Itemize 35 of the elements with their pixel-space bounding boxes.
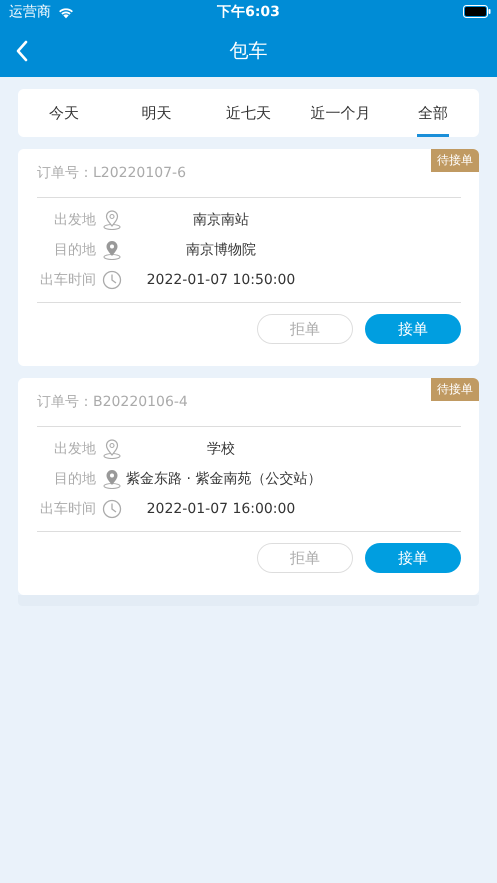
order-number: L20220107-6: [93, 165, 186, 181]
pin-outline-icon: [102, 210, 122, 230]
page-title: 包车: [230, 38, 268, 64]
field-label: 目的地: [53, 241, 96, 259]
order-label: 订单号：: [37, 164, 93, 182]
tab[interactable]: 近七天: [202, 89, 295, 137]
field-value: 2022-01-07 16:00:00: [146, 501, 296, 517]
pin-outline-icon: [102, 439, 122, 459]
tab[interactable]: 明天: [110, 89, 202, 137]
tab[interactable]: 全部: [386, 89, 480, 137]
status-badge: 待接单: [431, 149, 479, 172]
field-label: 目的地: [53, 470, 96, 488]
field-value: 南京博物院: [185, 241, 257, 259]
tab[interactable]: 近一个月: [294, 89, 387, 137]
field-value: 2022-01-07 10:50:00: [146, 272, 296, 288]
battery-icon: [463, 4, 491, 18]
status-badge: 待接单: [431, 378, 479, 401]
map-pin-icon: [102, 469, 122, 489]
field-label: 出车时间: [39, 500, 96, 518]
clock-icon: [102, 270, 122, 290]
field-label: 出发地: [53, 211, 96, 229]
carrier-name: 运营商: [9, 3, 51, 21]
tab[interactable]: 今天: [18, 89, 110, 137]
field-value: 南京南站: [192, 211, 250, 229]
wifi-icon: [57, 6, 75, 18]
map-pin-icon: [102, 240, 122, 260]
field-value: 紫金东路 · 紫金南苑（公交站）: [126, 470, 316, 488]
field-label: 出发地: [53, 440, 96, 458]
order-number: B20220106-4: [93, 394, 188, 410]
field-label: 出车时间: [39, 271, 96, 289]
order-label: 订单号：: [37, 393, 93, 411]
back-icon[interactable]: [16, 40, 28, 62]
field-value: 学校: [206, 440, 236, 458]
status-time: 下午6:03: [217, 3, 280, 21]
clock-icon: [102, 499, 122, 519]
